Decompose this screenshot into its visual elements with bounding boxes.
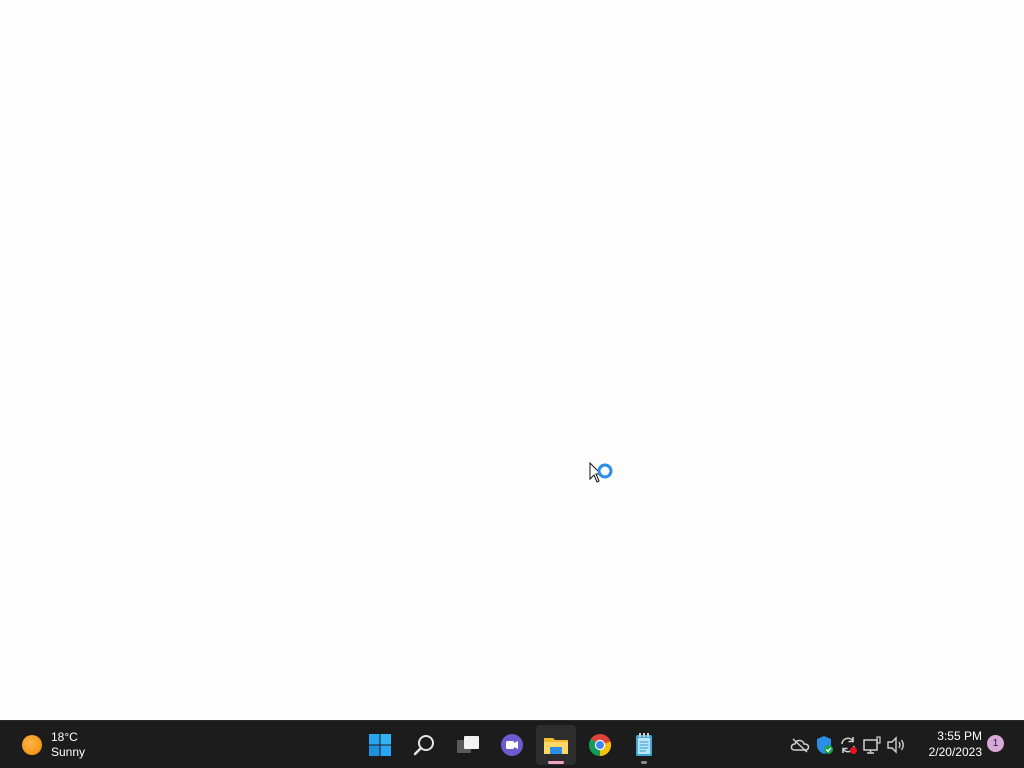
sun-icon <box>22 735 42 755</box>
chat-button[interactable] <box>492 725 532 765</box>
taskbar: 18°C Sunny 3:55 PM 2/20/2023 <box>0 720 1024 768</box>
weather-widget[interactable]: 18°C Sunny <box>14 721 124 768</box>
security-icon[interactable] <box>812 733 836 757</box>
taskbar-apps <box>358 721 666 768</box>
busy-cursor-icon <box>589 462 613 483</box>
clock-time: 3:55 PM <box>937 729 982 743</box>
search-icon <box>413 735 434 756</box>
notepad-button[interactable] <box>624 725 664 765</box>
sync-icon[interactable] <box>836 733 860 757</box>
start-button[interactable] <box>360 725 400 765</box>
desktop[interactable] <box>0 0 1024 720</box>
weather-condition: Sunny <box>51 745 86 759</box>
weather-temperature: 18°C <box>51 730 78 744</box>
task-view-button[interactable] <box>448 725 488 765</box>
clock[interactable]: 3:55 PM 2/20/2023 <box>920 728 982 760</box>
notepad-icon <box>636 733 652 756</box>
file-explorer-button[interactable] <box>536 725 576 765</box>
file-explorer-icon <box>544 738 568 754</box>
running-indicator <box>641 761 647 764</box>
notification-badge[interactable]: 1 <box>987 735 1004 752</box>
network-icon[interactable] <box>860 733 884 757</box>
task-view-icon <box>457 736 479 753</box>
system-tray <box>788 721 908 768</box>
onedrive-offline-icon[interactable] <box>788 733 812 757</box>
chat-icon <box>501 734 523 756</box>
clock-date: 2/20/2023 <box>928 745 982 759</box>
volume-icon[interactable] <box>884 733 908 757</box>
chrome-button[interactable] <box>580 725 620 765</box>
focused-indicator <box>548 761 564 764</box>
search-button[interactable] <box>404 725 444 765</box>
windows-start-icon <box>369 734 391 756</box>
chrome-icon <box>589 733 612 757</box>
